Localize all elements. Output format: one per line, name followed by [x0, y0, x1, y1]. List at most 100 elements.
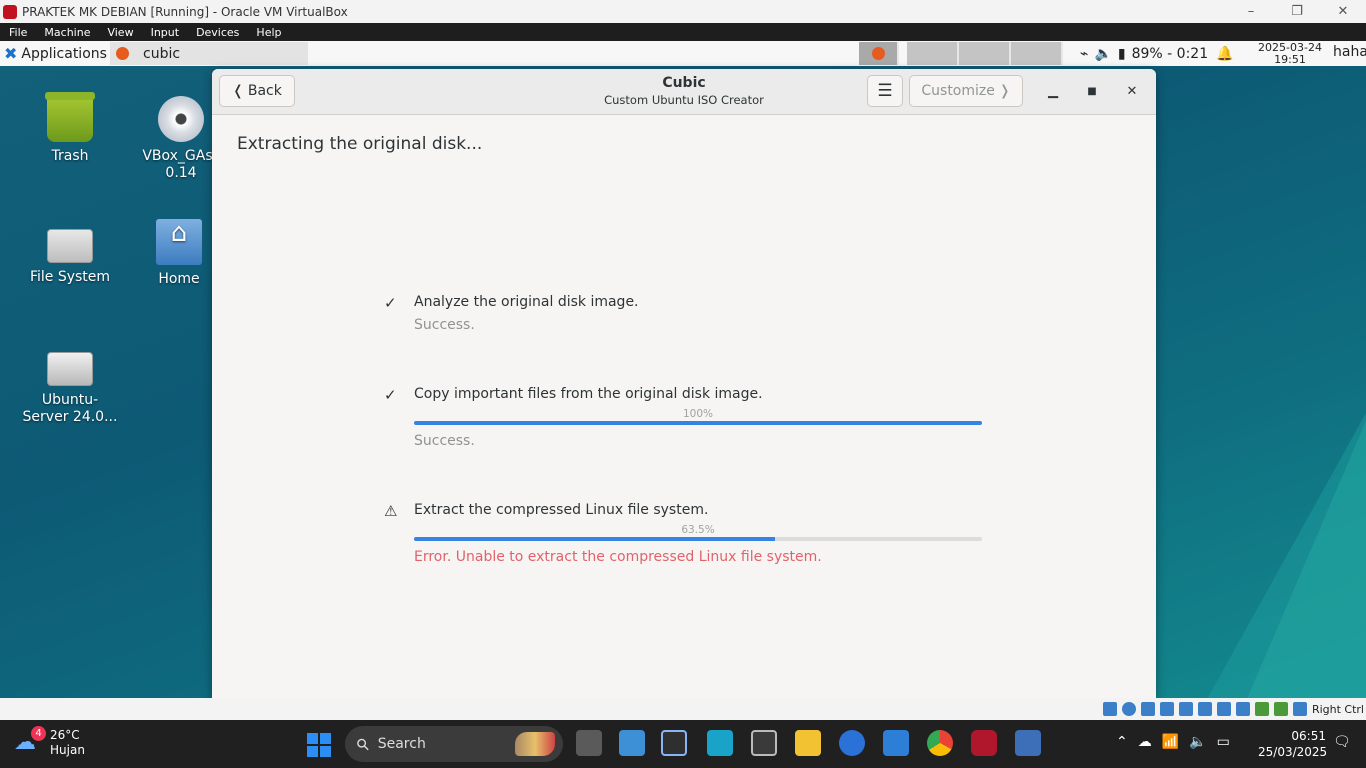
checkmark-icon: ✓ — [384, 294, 397, 312]
panel-clock[interactable]: 2025-03-24 19:51 — [1256, 42, 1324, 66]
window-controls: – ❐ ✕ — [1228, 0, 1366, 23]
workspace-2[interactable] — [907, 42, 959, 65]
page-heading: Extracting the original disk... — [237, 134, 483, 154]
chrome-icon[interactable] — [927, 730, 953, 756]
windows-clock[interactable]: 06:51 25/03/2025 — [1258, 728, 1327, 760]
menu-devices[interactable]: Devices — [187, 26, 247, 39]
weather-condition: Hujan — [50, 743, 85, 757]
chevron-right-icon: ❭ — [998, 83, 1011, 99]
speaker-icon[interactable]: 🔈 — [1189, 734, 1206, 750]
power-automate-icon[interactable] — [707, 730, 733, 756]
usb-icon[interactable] — [1178, 702, 1193, 716]
clock-time: 06:51 — [1291, 729, 1326, 743]
step-label: Copy important files from the original d… — [414, 386, 763, 402]
step-status: Success. — [414, 433, 475, 449]
file-explorer-icon[interactable] — [795, 730, 821, 756]
taskbar-item-label: cubic — [143, 45, 181, 62]
guest-display: ✖ Applications cubic ⌁ 🔈 ▮ 89% - 0:21 🔔 … — [0, 41, 1366, 698]
workspace-4[interactable] — [1011, 42, 1063, 65]
snipping-tool-icon[interactable] — [751, 730, 777, 756]
audio-icon[interactable] — [1140, 702, 1155, 716]
weather-widget[interactable]: ☁ 4 26°C Hujan — [14, 726, 85, 758]
minimize-button[interactable]: ▁ — [1042, 80, 1064, 102]
virtualbox-menu-bar: File Machine View Input Devices Help — [0, 23, 1366, 41]
vscode-icon[interactable] — [883, 730, 909, 756]
header-bar: ❬ Back Cubic Custom Ubuntu ISO Creator ☰… — [212, 69, 1156, 115]
checkmark-icon: ✓ — [384, 386, 397, 404]
back-button[interactable]: ❬ Back — [219, 75, 295, 107]
drive-icon — [47, 352, 93, 386]
start-button[interactable] — [307, 733, 331, 757]
menu-help[interactable]: Help — [247, 26, 289, 39]
close-button[interactable]: ✕ — [1121, 80, 1143, 102]
maximize-button[interactable]: ■ — [1081, 80, 1103, 102]
recording-icon[interactable] — [1235, 702, 1250, 716]
windows-logo-icon — [320, 746, 331, 757]
menu-input[interactable]: Input — [142, 26, 187, 39]
applications-menu-button[interactable]: ✖ Applications — [0, 41, 108, 66]
virtualbox-status-bar: Right Ctrl — [0, 698, 1366, 720]
desktop-icon-ubuntu-server[interactable]: Ubuntu- Server 24.0... — [15, 342, 125, 426]
battery-icon[interactable]: ▮ — [1118, 46, 1126, 62]
mouse-integration-icon[interactable] — [1273, 702, 1288, 716]
step-label: Extract the compressed Linux file system… — [414, 502, 709, 518]
restore-button[interactable]: ❐ — [1274, 0, 1320, 23]
network-tool-icon[interactable] — [1015, 730, 1041, 756]
workspace-1[interactable] — [859, 42, 899, 65]
window-title: Cubic — [662, 75, 706, 91]
network-icon[interactable]: ⌁ — [1080, 46, 1088, 62]
network-adapter-icon[interactable] — [1159, 702, 1174, 716]
menu-file[interactable]: File — [0, 26, 35, 39]
search-highlight-image — [515, 732, 555, 756]
menu-machine[interactable]: Machine — [35, 26, 98, 39]
cloud-status-icon[interactable]: ☁ — [1138, 734, 1152, 750]
cloud-app-icon[interactable] — [839, 730, 865, 756]
workspace-3[interactable] — [959, 42, 1011, 65]
close-icon: ✕ — [1126, 83, 1138, 99]
chevron-up-icon[interactable]: ⌃ — [1116, 734, 1128, 750]
minimize-icon: ▁ — [1048, 83, 1058, 99]
hamburger-icon: ☰ — [877, 81, 893, 101]
battery-icon[interactable]: ▭ — [1217, 734, 1230, 750]
panel-time: 19:51 — [1274, 53, 1306, 66]
menu-view[interactable]: View — [98, 26, 141, 39]
chevron-left-icon: ❬ — [232, 83, 244, 99]
hard-disk-icon[interactable] — [1102, 702, 1117, 716]
windows-logo-icon — [307, 746, 318, 757]
virtualbox-app-icon[interactable] — [661, 730, 687, 756]
minimize-button[interactable]: – — [1228, 0, 1274, 23]
keyboard-capture-icon[interactable] — [1292, 702, 1307, 716]
search-label: Search — [377, 736, 426, 752]
notification-center-icon[interactable]: 🗨 — [1333, 734, 1351, 750]
weather-text: 26°C Hujan — [50, 728, 85, 758]
window-title: PRAKTEK MK DEBIAN [Running] - Oracle VM … — [22, 4, 348, 19]
desktop-icon-trash[interactable]: Trash — [15, 92, 125, 165]
debian-vm-icon[interactable] — [971, 730, 997, 756]
virtualbox-logo-icon — [3, 4, 17, 19]
notification-bell-icon[interactable]: 🔔 — [1216, 46, 1233, 62]
back-label: Back — [247, 83, 282, 99]
task-view-icon[interactable] — [576, 730, 602, 756]
step-label: Analyze the original disk image. — [414, 294, 639, 310]
xfce-logo-icon: ✖ — [4, 44, 18, 63]
desktop-icon-filesystem[interactable]: File System — [15, 219, 125, 286]
desktop-icon-label: File System — [29, 269, 111, 285]
cubic-app-icon — [871, 47, 885, 60]
cpu-icon[interactable] — [1254, 702, 1269, 716]
desktop-icon-label: Ubuntu- — [41, 392, 99, 408]
display-icon[interactable] — [1216, 702, 1231, 716]
hamburger-menu-button[interactable]: ☰ — [867, 75, 903, 107]
shared-folders-icon[interactable] — [1197, 702, 1212, 716]
customize-button[interactable]: Customize ❭ — [909, 75, 1023, 107]
optical-drive-icon[interactable] — [1121, 702, 1136, 716]
wifi-icon[interactable]: 📶 — [1162, 734, 1179, 750]
warning-icon: ⚠ — [384, 502, 398, 520]
close-button[interactable]: ✕ — [1320, 0, 1366, 23]
paint-app-icon[interactable] — [619, 730, 645, 756]
volume-icon[interactable]: 🔈 — [1094, 46, 1111, 62]
search-box[interactable]: ⚲ Search — [345, 726, 563, 762]
user-menu[interactable]: haha — [1333, 44, 1366, 60]
progress-bar — [414, 421, 982, 425]
drive-icon — [47, 229, 93, 263]
taskbar-item-cubic[interactable]: cubic — [110, 42, 308, 65]
